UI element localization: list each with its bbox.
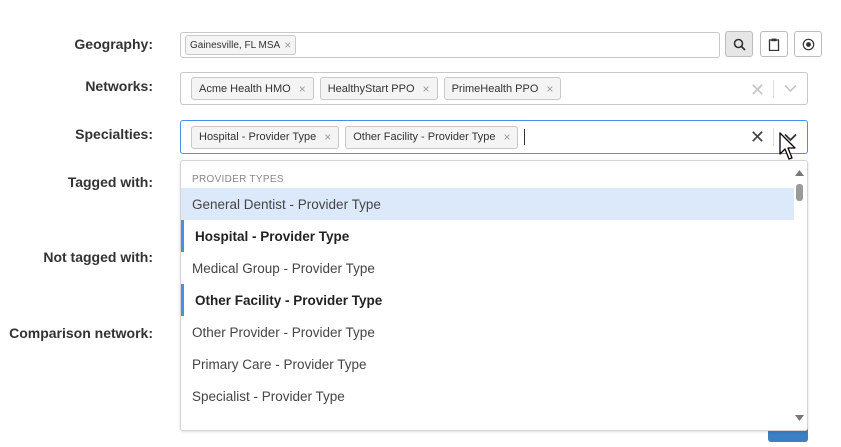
option-medical-group[interactable]: Medical Group - Provider Type <box>181 252 794 284</box>
option-primary-care[interactable]: Primary Care - Provider Type <box>181 348 794 380</box>
networks-field[interactable]: Acme Health HMO × HealthyStart PPO × Pri… <box>180 72 808 105</box>
specialty-chip: Hospital - Provider Type × <box>191 125 340 149</box>
option-other-facility[interactable]: Other Facility - Provider Type <box>181 284 794 316</box>
specialties-dropdown: PROVIDER TYPES General Dentist - Provide… <box>180 160 808 431</box>
chip-remove-icon[interactable]: × <box>503 130 510 144</box>
network-chip: Acme Health HMO × <box>191 77 314 100</box>
target-icon <box>802 38 814 50</box>
clear-all-icon[interactable]: ✕ <box>750 80 765 101</box>
specialties-label: Specialties: <box>75 126 153 142</box>
search-button[interactable] <box>725 31 753 57</box>
chip-remove-icon[interactable]: × <box>299 82 306 96</box>
chip-label: HealthyStart PPO <box>327 82 415 95</box>
option-specialist[interactable]: Specialist - Provider Type <box>181 380 794 412</box>
chevron-down-icon[interactable] <box>784 84 797 93</box>
option-other-provider[interactable]: Other Provider - Provider Type <box>181 316 794 348</box>
chip-label: Gainesville, FL MSA <box>190 39 281 51</box>
network-chip: HealthyStart PPO × <box>319 77 438 100</box>
chip-remove-icon[interactable]: × <box>423 82 430 96</box>
clipboard-icon <box>768 38 780 51</box>
group-header: PROVIDER TYPES <box>192 174 284 185</box>
clipboard-button[interactable] <box>760 31 788 57</box>
text-cursor[interactable] <box>524 129 526 145</box>
not-tagged-with-label: Not tagged with: <box>43 249 153 265</box>
chip-remove-icon[interactable]: × <box>324 130 331 144</box>
chip-label: PrimeHealth PPO <box>451 82 539 95</box>
geography-field[interactable]: Gainesville, FL MSA × <box>180 32 720 58</box>
option-general-dentist[interactable]: General Dentist - Provider Type <box>181 188 794 220</box>
separator <box>773 80 774 98</box>
separator <box>773 128 774 146</box>
scrollbar-thumb[interactable] <box>796 184 803 201</box>
mouse-pointer-icon <box>779 132 796 160</box>
target-button[interactable] <box>794 31 822 57</box>
chip-label: Acme Health HMO <box>199 82 291 95</box>
specialties-field[interactable]: Hospital - Provider Type × Other Facilit… <box>180 120 808 154</box>
chip-remove-icon[interactable]: × <box>546 82 553 96</box>
tagged-with-label: Tagged with: <box>67 174 153 190</box>
geography-label: Geography: <box>74 36 153 52</box>
network-chip: PrimeHealth PPO × <box>443 77 562 100</box>
scroll-down-arrow-icon[interactable] <box>795 415 804 421</box>
networks-label: Networks: <box>85 78 153 94</box>
geography-chip: Gainesville, FL MSA × <box>185 35 297 55</box>
specialty-chip: Other Facility - Provider Type × <box>345 125 519 149</box>
option-hospital[interactable]: Hospital - Provider Type <box>181 220 794 252</box>
search-icon <box>733 38 746 51</box>
clear-all-icon[interactable]: ✕ <box>750 127 765 148</box>
chip-label: Other Facility - Provider Type <box>353 131 496 143</box>
chip-label: Hospital - Provider Type <box>199 131 317 143</box>
dropdown-scrollbar[interactable] <box>792 161 807 430</box>
scroll-up-arrow-icon[interactable] <box>795 170 804 176</box>
comparison-network-label: Comparison network: <box>9 325 153 341</box>
chip-remove-icon[interactable]: × <box>284 38 291 52</box>
